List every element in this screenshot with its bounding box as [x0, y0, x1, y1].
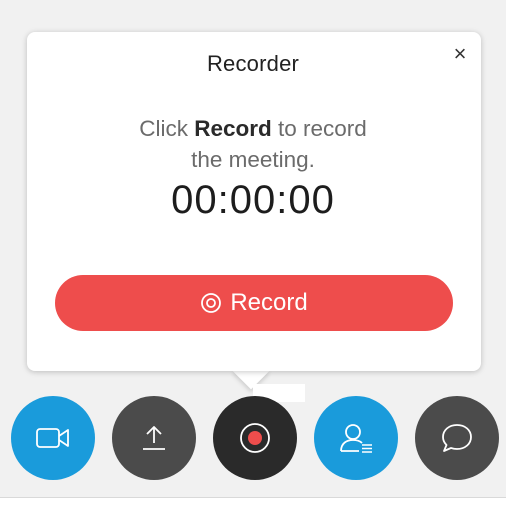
share-button[interactable] — [112, 396, 196, 480]
record-button[interactable]: Record — [55, 275, 453, 331]
record-icon — [238, 421, 272, 455]
video-camera-icon — [35, 425, 71, 451]
message-line2: the meeting. — [191, 147, 315, 172]
close-icon[interactable]: × — [454, 43, 467, 65]
close-button[interactable]: × — [448, 42, 472, 66]
participants-icon — [338, 421, 374, 455]
record-circle-icon — [200, 292, 222, 314]
bottom-edge — [0, 497, 506, 506]
participants-button[interactable] — [314, 396, 398, 480]
message-bold-record: Record — [194, 116, 272, 141]
record-button-label: Record — [230, 289, 308, 316]
upload-icon — [139, 423, 169, 453]
meeting-stage: Recorder × Click Record to record the me… — [0, 0, 506, 506]
recording-timer: 00:00:00 — [171, 178, 335, 222]
message-line1-suffix: to record — [271, 116, 367, 141]
video-button[interactable] — [11, 396, 95, 480]
popup-title: Recorder — [206, 51, 300, 76]
recorder-button[interactable] — [213, 396, 297, 480]
chat-button[interactable] — [415, 396, 499, 480]
instruction-message: Click Record to record the meeting. — [60, 113, 446, 175]
chat-icon — [440, 422, 474, 454]
message-prefix: Click — [139, 116, 195, 141]
